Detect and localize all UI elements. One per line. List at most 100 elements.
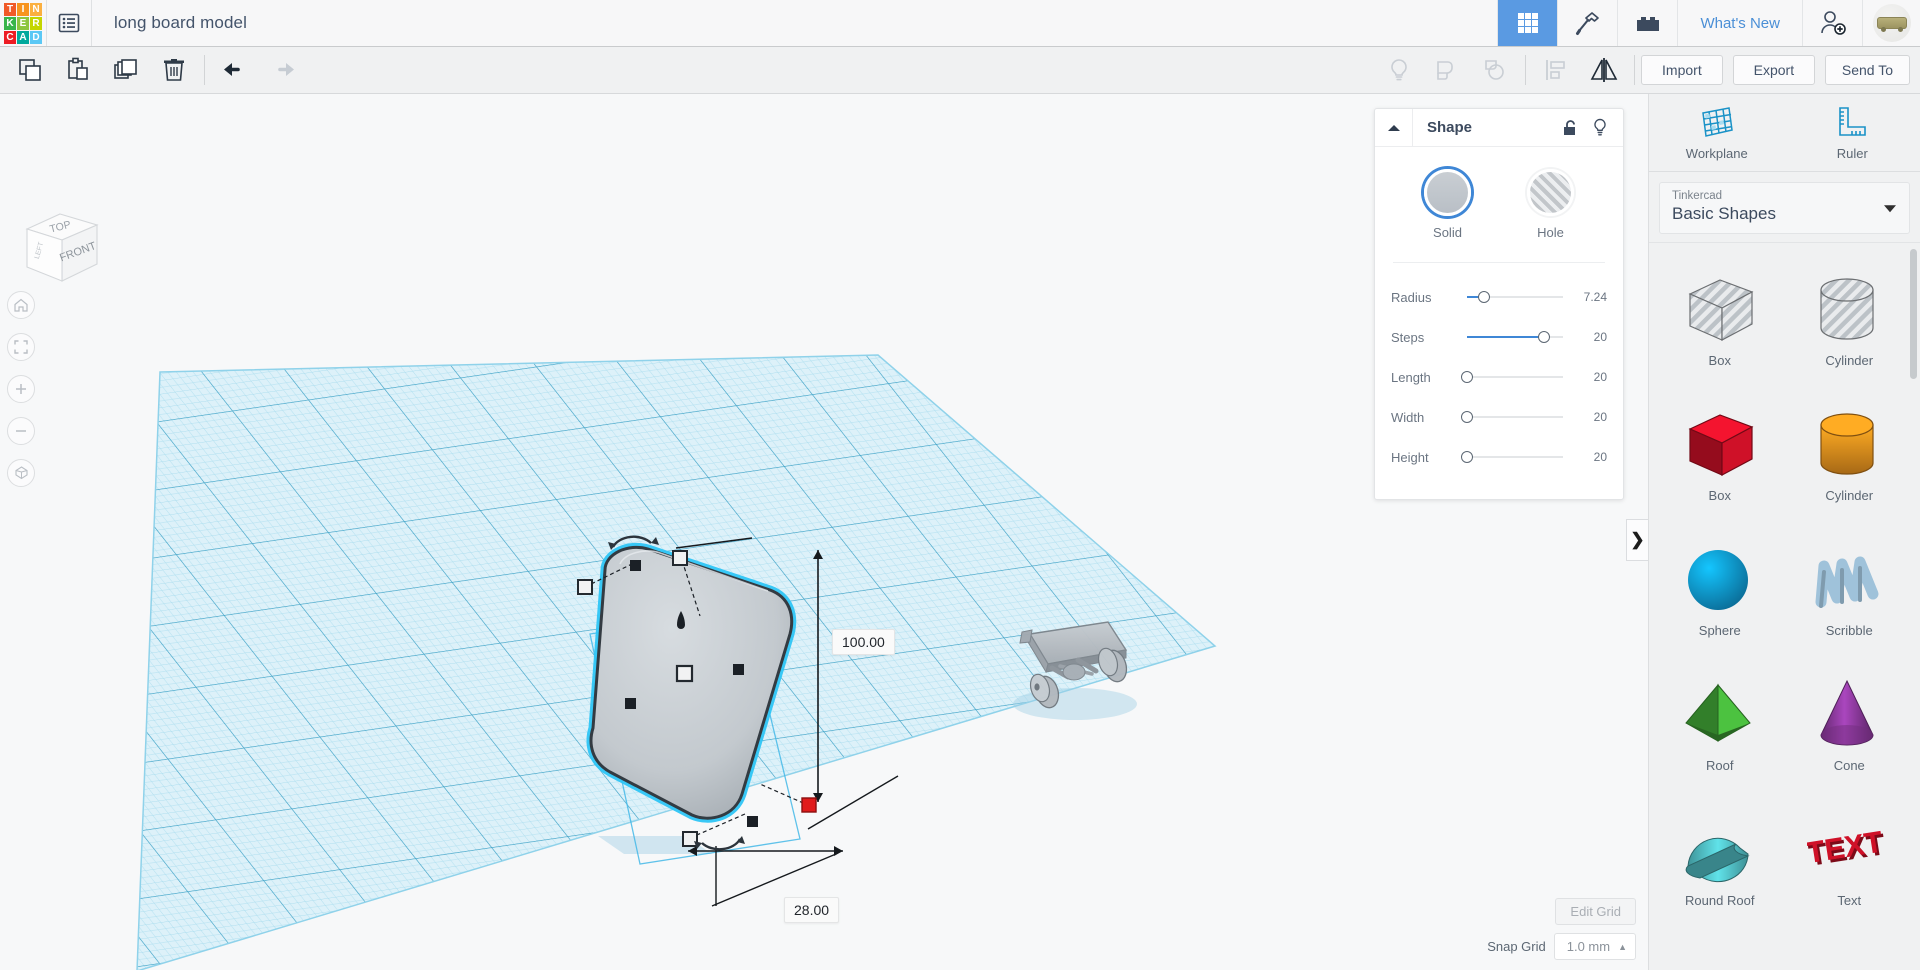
ungroup-button[interactable] bbox=[1471, 47, 1519, 94]
hammer-icon[interactable] bbox=[1557, 0, 1617, 46]
snap-grid-select[interactable]: 1.0 mm ▲ bbox=[1553, 933, 1636, 960]
undo-icon bbox=[224, 63, 240, 76]
ungroup-icon bbox=[1485, 60, 1504, 80]
logo-tile-t: T bbox=[4, 3, 16, 16]
highlight-lightbulb-icon[interactable] bbox=[1585, 118, 1615, 137]
shape-item-cylinder-solid[interactable]: Cylinder bbox=[1785, 392, 1915, 525]
property-value-width[interactable]: 20 bbox=[1571, 410, 1607, 424]
home-view-button[interactable] bbox=[7, 291, 35, 319]
hole-swatch-label: Hole bbox=[1537, 225, 1564, 240]
redo-button[interactable] bbox=[259, 47, 307, 94]
minus-icon bbox=[16, 430, 26, 432]
shape-item-round-roof[interactable]: Round Roof bbox=[1655, 797, 1785, 930]
sidebar-tool-workplane[interactable]: Workplane bbox=[1649, 94, 1785, 171]
sidebar-tool-ruler-label: Ruler bbox=[1836, 146, 1868, 161]
sidebar-tool-ruler[interactable]: Ruler bbox=[1785, 94, 1920, 171]
shapes-sidebar: Workplane Ruler Tinkercad Basic Shapes B… bbox=[1648, 94, 1920, 970]
collapse-panel-button[interactable]: ❯ bbox=[1626, 519, 1648, 561]
dimension-label-length[interactable]: 100.00 bbox=[832, 629, 895, 655]
undo-button[interactable] bbox=[211, 47, 259, 94]
send-to-button[interactable]: Send To bbox=[1824, 55, 1910, 85]
shape-item-cylinder-hole[interactable]: Cylinder bbox=[1785, 257, 1915, 390]
lightbulb-icon bbox=[1391, 59, 1407, 81]
slider-knob[interactable] bbox=[1537, 331, 1550, 343]
mirror-button[interactable] bbox=[1580, 47, 1628, 94]
avatar-board-art bbox=[1876, 17, 1907, 32]
scale-handle-edge-top bbox=[630, 560, 641, 571]
delete-button[interactable] bbox=[150, 47, 198, 94]
shape-item-scribble[interactable]: Scribble bbox=[1785, 527, 1915, 660]
slider-track bbox=[1467, 456, 1563, 458]
logo-tile-e: E bbox=[17, 17, 29, 30]
group-button[interactable] bbox=[1423, 47, 1471, 94]
library-dropdown[interactable]: Tinkercad Basic Shapes bbox=[1659, 182, 1910, 234]
workplane-watermark-text: Workplane bbox=[245, 951, 609, 970]
shape-item-label: Cylinder bbox=[1825, 488, 1874, 503]
perspective-toggle-button[interactable] bbox=[7, 459, 35, 487]
property-label-steps: Steps bbox=[1391, 329, 1425, 345]
slider-knob[interactable] bbox=[1461, 411, 1473, 423]
library-dropdown-wrap: Tinkercad Basic Shapes bbox=[1649, 172, 1920, 242]
design-list-button[interactable] bbox=[46, 0, 92, 46]
slider-track bbox=[1467, 416, 1563, 418]
library-selected-label: Basic Shapes bbox=[1672, 204, 1776, 223]
property-slider-radius[interactable] bbox=[1459, 289, 1571, 305]
light-button[interactable] bbox=[1375, 47, 1423, 94]
round-roof-icon bbox=[1678, 805, 1762, 891]
invite-user-icon[interactable] bbox=[1802, 0, 1862, 46]
shape-type-swatches: Solid Hole bbox=[1375, 169, 1623, 256]
slider-knob[interactable] bbox=[1461, 371, 1473, 383]
property-value-length[interactable]: 20 bbox=[1571, 370, 1607, 384]
align-button[interactable] bbox=[1532, 47, 1580, 94]
zoom-in-button[interactable] bbox=[7, 375, 35, 403]
property-value-steps[interactable]: 20 bbox=[1571, 330, 1607, 344]
shape-item-box-solid[interactable]: Box bbox=[1655, 392, 1785, 525]
plus-icon bbox=[16, 384, 26, 394]
view-cube[interactable]: TOP FRONT LEFT bbox=[17, 209, 103, 293]
height-handle bbox=[801, 797, 817, 813]
copy-button[interactable] bbox=[6, 47, 54, 94]
property-slider-length[interactable] bbox=[1459, 369, 1571, 385]
whats-new-link[interactable]: What's New bbox=[1677, 0, 1802, 46]
zoom-out-button[interactable] bbox=[7, 417, 35, 445]
shape-item-label: Cylinder bbox=[1825, 353, 1874, 368]
tinkercad-logo[interactable]: TIN KER CAD bbox=[0, 0, 46, 47]
panel-collapse-button[interactable] bbox=[1375, 108, 1413, 147]
perspective-icon bbox=[14, 465, 28, 479]
slider-knob[interactable] bbox=[1461, 451, 1473, 463]
toolbar-divider bbox=[204, 55, 205, 85]
document-title[interactable]: long board model bbox=[92, 0, 269, 46]
property-slider-width[interactable] bbox=[1459, 409, 1571, 425]
slider-knob[interactable] bbox=[1478, 291, 1491, 303]
shape-item-text[interactable]: TEXT TEXT Text bbox=[1785, 797, 1915, 930]
shape-item-label: Scribble bbox=[1825, 623, 1873, 638]
shape-item-cone[interactable]: Cone bbox=[1785, 662, 1915, 795]
shape-item-roof[interactable]: Roof bbox=[1655, 662, 1785, 795]
lock-icon[interactable] bbox=[1555, 119, 1585, 137]
export-button[interactable]: Export bbox=[1732, 55, 1815, 85]
gallery-grid-icon[interactable] bbox=[1497, 0, 1558, 46]
solid-swatch-button[interactable]: Solid bbox=[1424, 169, 1471, 240]
duplicate-button[interactable] bbox=[102, 47, 150, 94]
fit-to-view-button[interactable] bbox=[7, 333, 35, 361]
avatar[interactable] bbox=[1862, 0, 1920, 46]
logo-tile-k: K bbox=[4, 17, 16, 30]
mirror-icon bbox=[1590, 58, 1618, 82]
paste-button[interactable] bbox=[54, 47, 102, 94]
dimension-label-width[interactable]: 28.00 bbox=[784, 897, 840, 923]
hole-swatch-button[interactable]: Hole bbox=[1527, 169, 1574, 240]
blocks-icon[interactable] bbox=[1617, 0, 1677, 46]
property-value-radius[interactable]: 7.24 bbox=[1571, 290, 1607, 304]
property-value-height[interactable]: 20 bbox=[1571, 450, 1607, 464]
shapes-scrollbar[interactable] bbox=[1910, 249, 1917, 379]
shapes-grid[interactable]: Box Cylinder Box Cylinder Sphere Scribble Roof… bbox=[1649, 242, 1920, 970]
shape-item-sphere[interactable]: Sphere bbox=[1655, 527, 1785, 660]
shape-item-box-hole[interactable]: Box bbox=[1655, 257, 1785, 390]
scribble-icon bbox=[1807, 535, 1891, 621]
import-button[interactable]: Import bbox=[1640, 55, 1723, 85]
snap-grid-row: Snap Grid 1.0 mm ▲ bbox=[1487, 933, 1636, 960]
edit-grid-button[interactable]: Edit Grid bbox=[1555, 898, 1636, 925]
property-slider-height[interactable] bbox=[1459, 449, 1571, 465]
property-slider-steps[interactable] bbox=[1459, 329, 1571, 345]
